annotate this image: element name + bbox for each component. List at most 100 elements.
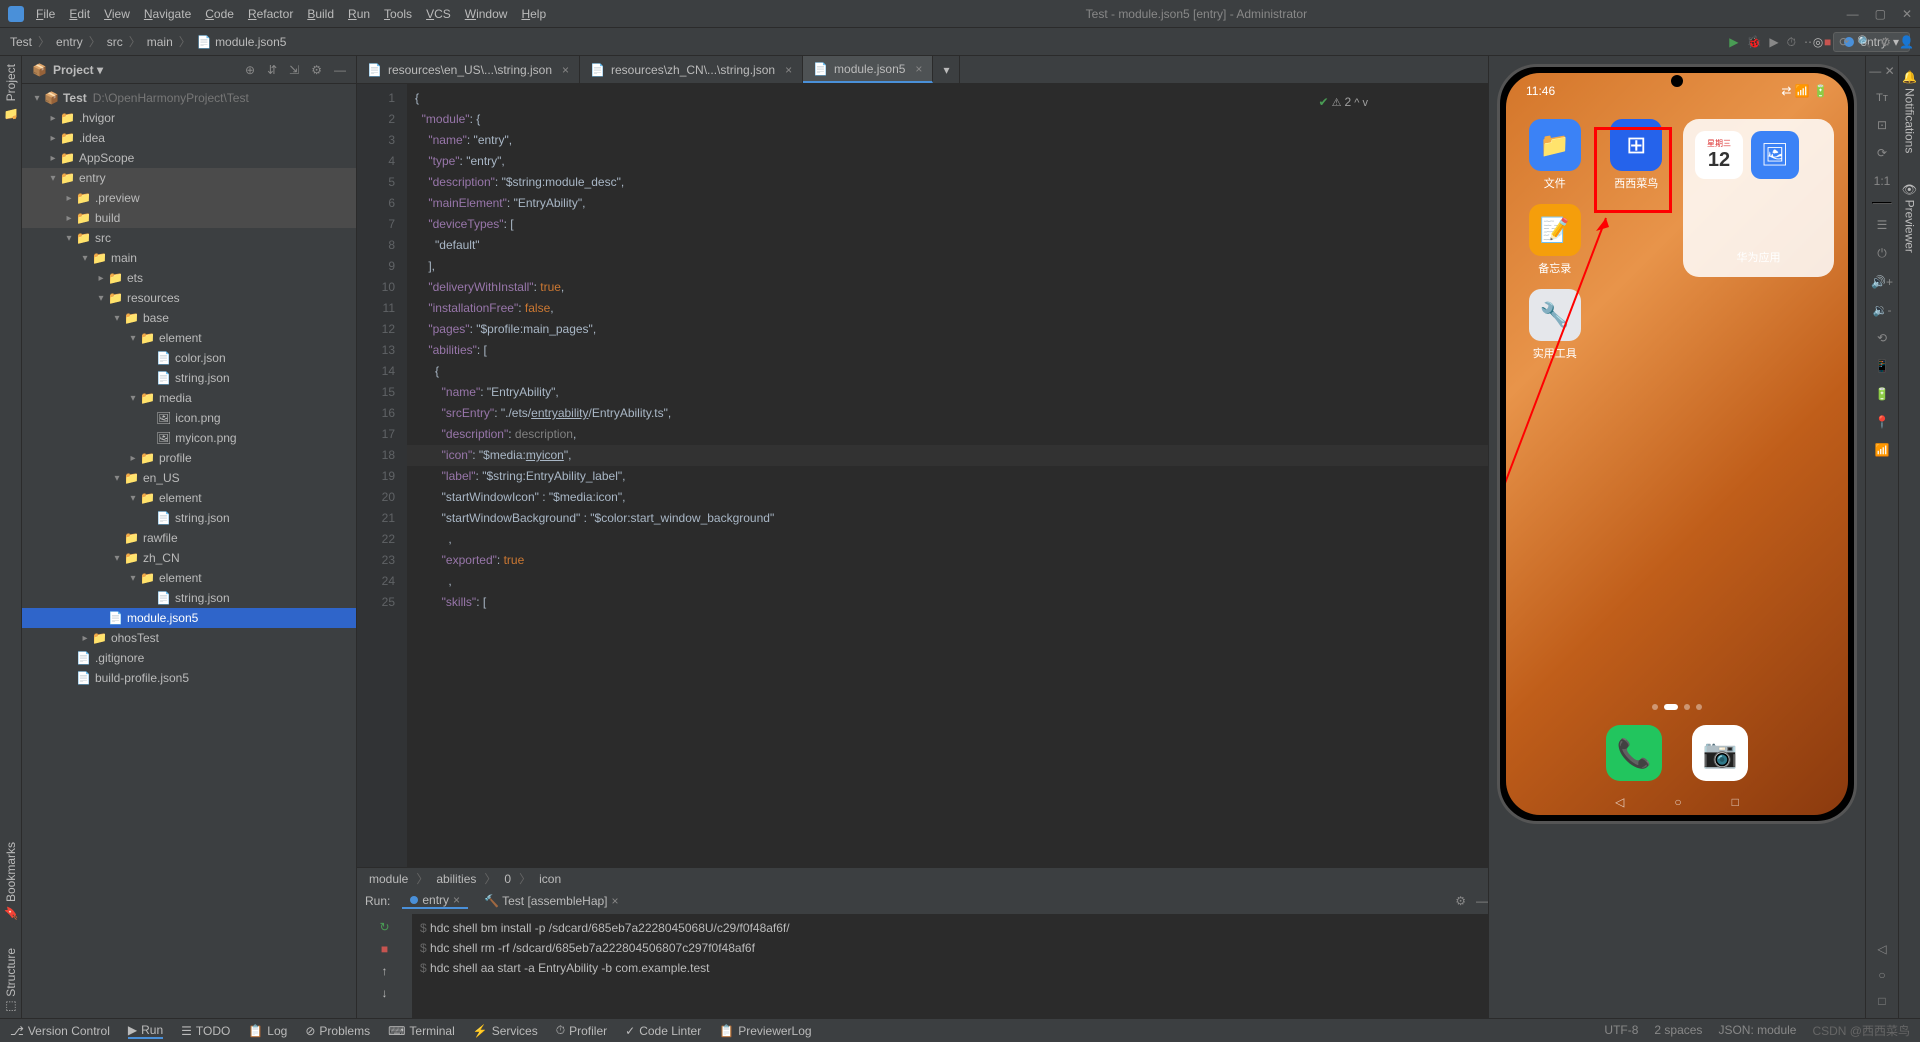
vol-down-icon[interactable]: 🔉- (1873, 303, 1892, 317)
tree-root[interactable]: ▾📦 Test D:\OpenHarmonyProject\Test (22, 88, 356, 108)
location-icon[interactable]: 📍 (1875, 415, 1890, 429)
bottom-tool-services[interactable]: ⚡Services (473, 1024, 538, 1038)
phone-app[interactable]: 🔧实用工具 (1520, 289, 1590, 361)
tree-item[interactable]: 📄color.json (22, 348, 356, 368)
tree-item[interactable]: ▾📁element (22, 568, 356, 588)
crumb-item[interactable]: entry (56, 35, 83, 49)
stop-icon[interactable]: ■ (1824, 35, 1831, 49)
code-editor[interactable]: ✔ ⚠ 2 ^ v 123456789101112131415161718192… (357, 84, 1488, 867)
coverage-icon[interactable]: ▶ (1769, 35, 1778, 49)
editor-tab[interactable]: 📄resources\zh_CN\...\string.json× (580, 56, 803, 83)
text-tool-icon[interactable]: Tᴛ (1876, 92, 1888, 104)
tree-item[interactable]: ▾📁zh_CN (22, 548, 356, 568)
menu-window[interactable]: Window (465, 7, 508, 21)
tree-item[interactable]: ▸📁.idea (22, 128, 356, 148)
tree-item[interactable]: 📄string.json (22, 588, 356, 608)
tree-item[interactable]: ▸📁.preview (22, 188, 356, 208)
refresh-icon[interactable]: ⟳ (1877, 146, 1887, 160)
notifications-tool-button[interactable]: 🔔 Notifications (1903, 66, 1917, 157)
tree-item[interactable]: ▾📁en_US (22, 468, 356, 488)
lang-label[interactable]: JSON: module (1718, 1023, 1796, 1037)
run-hide-icon[interactable]: ― (1476, 894, 1488, 908)
editor-tab[interactable]: 📄resources\en_US\...\string.json× (357, 56, 580, 83)
nav-back-icon[interactable]: ◁ (1877, 942, 1886, 956)
editor-tab[interactable]: 📄module.json5× (803, 56, 933, 83)
tab-close-icon[interactable]: × (915, 62, 922, 76)
bottom-tool-previewerlog[interactable]: 📋PreviewerLog (719, 1024, 811, 1038)
crumb-item[interactable]: Test (10, 35, 32, 49)
tree-item[interactable]: ▸📁build (22, 208, 356, 228)
previewer-tool-button[interactable]: 👁 Previewer (1903, 177, 1917, 257)
tree-item[interactable]: ▾📁base (22, 308, 356, 328)
minimize-icon[interactable]: ― (1847, 7, 1859, 21)
phone-app[interactable]: 📁文件 (1520, 119, 1590, 192)
tree-item[interactable]: ▾📁main (22, 248, 356, 268)
vol-up-icon[interactable]: 🔊+ (1871, 275, 1893, 289)
settings-icon[interactable]: ⚙ (1880, 35, 1891, 49)
phone-app[interactable]: ⊞西西菜鸟 (1602, 119, 1672, 192)
project-tool-button[interactable]: 📁 Project (4, 60, 18, 123)
editor-crumb-item[interactable]: icon (539, 872, 561, 886)
tree-item[interactable]: 🖼icon.png (22, 408, 356, 428)
tree-item[interactable]: ▾📁entry (22, 168, 356, 188)
editor-crumb-item[interactable]: module (369, 872, 408, 886)
run-tab[interactable]: 🔨 Test [assembleHap] × (476, 893, 626, 909)
zoom-fit-icon[interactable]: 1:1 (1874, 174, 1891, 188)
run-console[interactable]: $ hdc shell bm install -p /sdcard/685eb7… (412, 914, 1488, 1018)
tab-overflow[interactable]: ▾ (933, 56, 960, 83)
tree-item[interactable]: ▾📁element (22, 488, 356, 508)
bottom-tool-problems[interactable]: ⊘Problems (305, 1024, 370, 1038)
tab-close-icon[interactable]: × (785, 63, 792, 77)
bottom-tool-run[interactable]: ▶Run (128, 1023, 163, 1039)
inspect-icon[interactable]: ⊡ (1877, 118, 1887, 132)
attach-icon[interactable]: ⋯ (1804, 35, 1816, 49)
gear-icon[interactable]: ⚙ (311, 63, 322, 77)
tab-close-icon[interactable]: × (562, 63, 569, 77)
menu-icon[interactable]: ☰ (1877, 218, 1888, 232)
menu-run[interactable]: Run (348, 7, 370, 21)
crumb-item[interactable]: src (107, 35, 123, 49)
menu-build[interactable]: Build (307, 7, 334, 21)
tree-item[interactable]: ▸📁.hvigor (22, 108, 356, 128)
crumb-item[interactable]: 📄 module.json5 (197, 35, 287, 49)
widget-card[interactable]: 星期三 12 🖼 华为应用 (1683, 119, 1834, 277)
rotate-icon[interactable]: ⟲ (1877, 331, 1887, 345)
collapse-icon[interactable]: ⇲ (289, 63, 299, 77)
tree-item[interactable]: ▸📁ohosTest (22, 628, 356, 648)
maximize-icon[interactable]: ▢ (1875, 7, 1886, 21)
menu-file[interactable]: File (36, 7, 55, 21)
bookmarks-tool-button[interactable]: 🔖 Bookmarks (4, 838, 18, 924)
bottom-tool-todo[interactable]: ☰TODO (181, 1024, 230, 1038)
tree-item[interactable]: ▾📁resources (22, 288, 356, 308)
project-tree[interactable]: ▾📦 Test D:\OpenHarmonyProject\Test ▸📁.hv… (22, 84, 356, 1018)
tree-item[interactable]: 📁rawfile (22, 528, 356, 548)
menu-refactor[interactable]: Refactor (248, 7, 293, 21)
tree-item[interactable]: ▸📁profile (22, 448, 356, 468)
tree-item[interactable]: 📄string.json (22, 508, 356, 528)
prev-close-icon[interactable]: ― ✕ (1869, 64, 1894, 78)
down-icon[interactable]: ↓ (382, 986, 388, 1000)
stop-run-icon[interactable]: ■ (381, 942, 388, 956)
bottom-tool-code-linter[interactable]: ✓Code Linter (625, 1024, 701, 1038)
rerun-icon[interactable]: ↻ (379, 920, 389, 934)
tree-item[interactable]: 📄build-profile.json5 (22, 668, 356, 688)
hide-icon[interactable]: ― (334, 63, 346, 77)
run-icon[interactable]: ▶ (1729, 35, 1738, 49)
code-body[interactable]: { "module": { "name": "entry", "type": "… (407, 84, 1488, 867)
editor-crumb-item[interactable]: abilities (436, 872, 476, 886)
encoding-label[interactable]: UTF-8 (1604, 1023, 1638, 1037)
search-icon[interactable]: 🔍 (1857, 35, 1872, 49)
menu-tools[interactable]: Tools (384, 7, 412, 21)
screenshot-icon[interactable]: 📱 (1875, 359, 1890, 373)
up-icon[interactable]: ↑ (382, 964, 388, 978)
phone-app[interactable]: 📝备忘录 (1520, 204, 1590, 277)
menu-code[interactable]: Code (205, 7, 234, 21)
phone-screen[interactable]: 11:46 ⇄ 📶 🔋 星期三 12 🖼 (1506, 73, 1848, 815)
tree-item[interactable]: 🖼myicon.png (22, 428, 356, 448)
run-tab[interactable]: entry × (402, 893, 468, 909)
user-icon[interactable]: 👤 (1899, 35, 1914, 49)
menu-edit[interactable]: Edit (69, 7, 90, 21)
menu-view[interactable]: View (104, 7, 130, 21)
project-view-select[interactable]: Project ▾ (53, 63, 103, 77)
bottom-tool-profiler[interactable]: ⏱Profiler (556, 1023, 607, 1038)
